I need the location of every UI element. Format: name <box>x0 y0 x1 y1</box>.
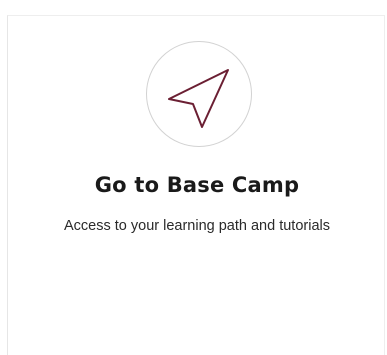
navigation-arrow-icon <box>168 69 229 128</box>
card-description: Access to your learning path and tutoria… <box>64 218 330 234</box>
card-title: Go to Base Camp <box>94 173 300 197</box>
icon-circle <box>146 41 252 147</box>
base-camp-card[interactable]: Go to Base Camp Access to your learning … <box>7 15 385 355</box>
